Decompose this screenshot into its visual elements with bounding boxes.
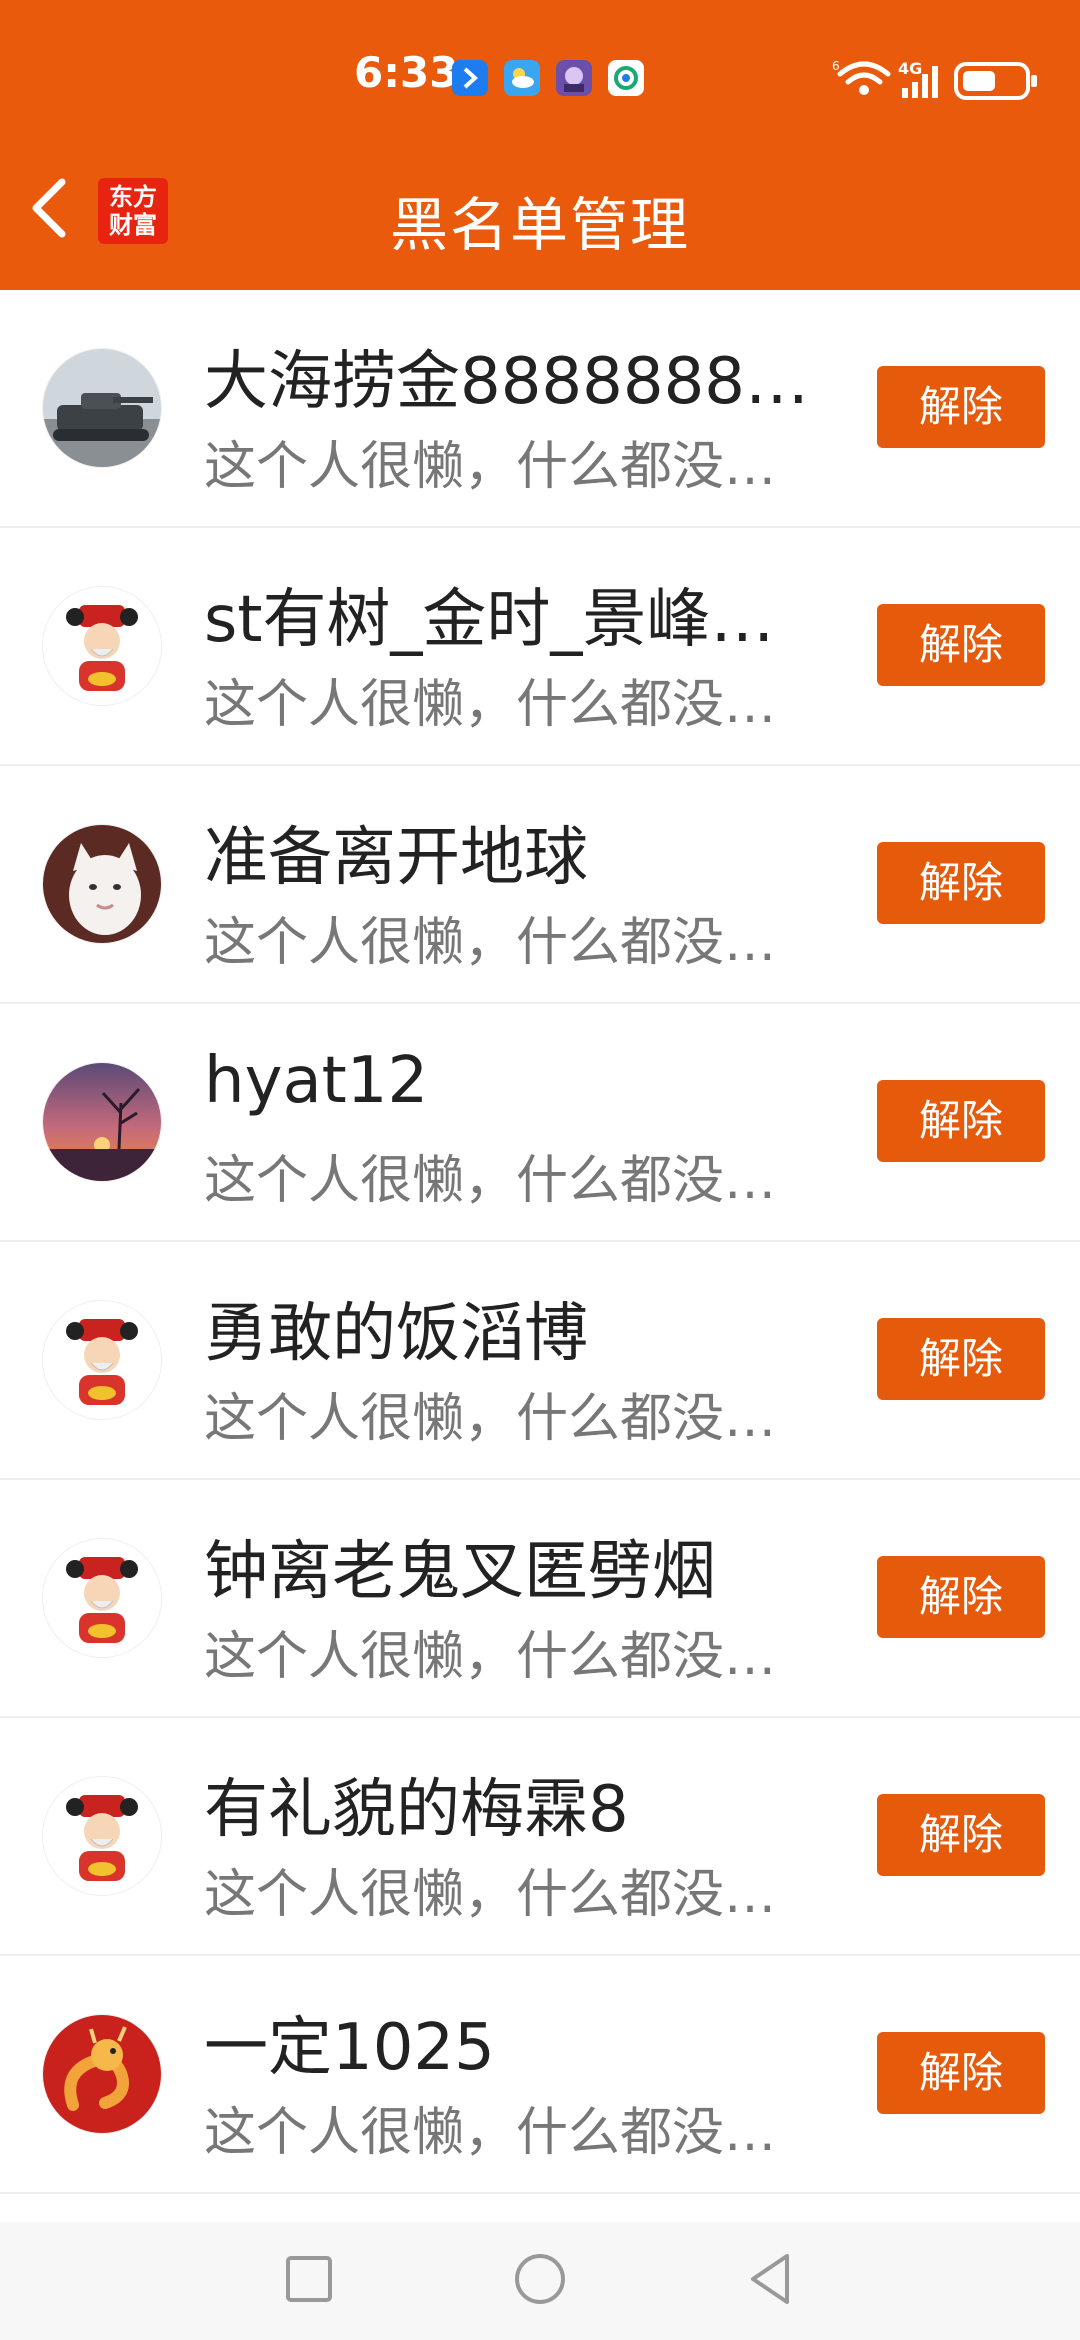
list-item: hyat12 这个人很懒，什么都没… 解除: [0, 1004, 1080, 1242]
unblock-button[interactable]: 解除: [877, 842, 1045, 924]
status-right-icons: 6 4G: [832, 56, 1042, 102]
unblock-button[interactable]: 解除: [877, 1556, 1045, 1638]
unblock-button[interactable]: 解除: [877, 1794, 1045, 1876]
user-bio: 这个人很懒，什么都没…: [204, 1389, 777, 1449]
app-header: 6:33 6 4G 东方 财富 黑名单管理: [0, 0, 1080, 290]
status-time: 6:33: [354, 48, 459, 97]
bluetooth-app-icon: [452, 60, 488, 96]
user-name: 钟离老鬼叉匿劈烟: [204, 1535, 716, 1609]
fortune-god-icon: [43, 1301, 161, 1419]
user-name: 一定1025: [204, 2011, 495, 2085]
avatar[interactable]: [42, 824, 162, 944]
home-circle-icon: [515, 2254, 565, 2304]
user-name: 准备离开地球: [204, 821, 588, 895]
unblock-button[interactable]: 解除: [877, 604, 1045, 686]
svg-text:4G: 4G: [898, 59, 922, 78]
user-bio: 这个人很懒，什么都没…: [204, 1865, 777, 1925]
list-item: 有礼貌的梅霖8 这个人很懒，什么都没… 解除: [0, 1718, 1080, 1956]
weather-icon: [504, 60, 540, 96]
avatar[interactable]: [42, 1300, 162, 1420]
user-name: 有礼貌的梅霖8: [204, 1773, 629, 1847]
recents-button[interactable]: [274, 2244, 344, 2314]
home-button[interactable]: [505, 2244, 575, 2314]
unblock-button[interactable]: 解除: [877, 1080, 1045, 1162]
user-name: st有树_金时_景峰…: [204, 583, 775, 657]
list-item: st有树_金时_景峰… 这个人很懒，什么都没… 解除: [0, 528, 1080, 766]
list-item: 勇敢的饭滔博 这个人很懒，什么都没… 解除: [0, 1242, 1080, 1480]
user-bio: 这个人很懒，什么都没…: [204, 675, 777, 735]
user-bio: 这个人很懒，什么都没…: [204, 2103, 777, 2163]
mobile-app-icon: [608, 60, 644, 96]
nav-back-button[interactable]: [735, 2244, 805, 2314]
fortune-god-icon: [43, 1777, 161, 1895]
recents-square-icon: [286, 2256, 332, 2302]
user-name: 勇敢的饭滔博: [204, 1297, 588, 1371]
avatar[interactable]: [42, 1776, 162, 1896]
avatar[interactable]: [42, 2014, 162, 2134]
fortune-god-icon: [43, 1539, 161, 1657]
user-bio: 这个人很懒，什么都没…: [204, 1627, 777, 1687]
list-item: 准备离开地球 这个人很懒，什么都没… 解除: [0, 766, 1080, 1004]
user-bio: 这个人很懒，什么都没…: [204, 1151, 777, 1211]
cat-photo-icon: [43, 825, 161, 943]
list-item: 大海捞金8888888… 这个人很懒，什么都没… 解除: [0, 290, 1080, 528]
svg-text:6: 6: [832, 59, 840, 73]
back-triangle-icon: [751, 2254, 789, 2304]
fortune-god-icon: [43, 587, 161, 705]
unblock-button[interactable]: 解除: [877, 2032, 1045, 2114]
avatar[interactable]: [42, 1538, 162, 1658]
user-bio: 这个人很懒，什么都没…: [204, 913, 777, 973]
status-bar: 6:33 6 4G: [0, 0, 1080, 140]
avatar[interactable]: [42, 348, 162, 468]
avatar[interactable]: [42, 586, 162, 706]
user-name: 大海捞金8888888…: [204, 345, 810, 419]
system-nav-bar: [0, 2222, 1080, 2340]
list-item: 一定1025 这个人很懒，什么都没… 解除: [0, 1956, 1080, 2194]
game-icon: [556, 60, 592, 96]
sunset-photo-icon: [43, 1063, 161, 1181]
dragon-art-icon: [43, 2015, 161, 2133]
blocklist: 大海捞金8888888… 这个人很懒，什么都没… 解除 st有树_金时_景峰… …: [0, 290, 1080, 2194]
signal-battery-icons: 6 4G: [832, 59, 1037, 100]
list-item: 钟离老鬼叉匿劈烟 这个人很懒，什么都没… 解除: [0, 1480, 1080, 1718]
user-bio: 这个人很懒，什么都没…: [204, 437, 777, 497]
unblock-button[interactable]: 解除: [877, 1318, 1045, 1400]
user-name: hyat12: [204, 1044, 429, 1118]
page-title: 黑名单管理: [389, 191, 690, 259]
avatar[interactable]: [42, 1062, 162, 1182]
unblock-button[interactable]: 解除: [877, 366, 1045, 448]
title-bar: 东方 财富 黑名单管理: [0, 140, 1080, 290]
tank-photo-icon: [43, 349, 161, 467]
